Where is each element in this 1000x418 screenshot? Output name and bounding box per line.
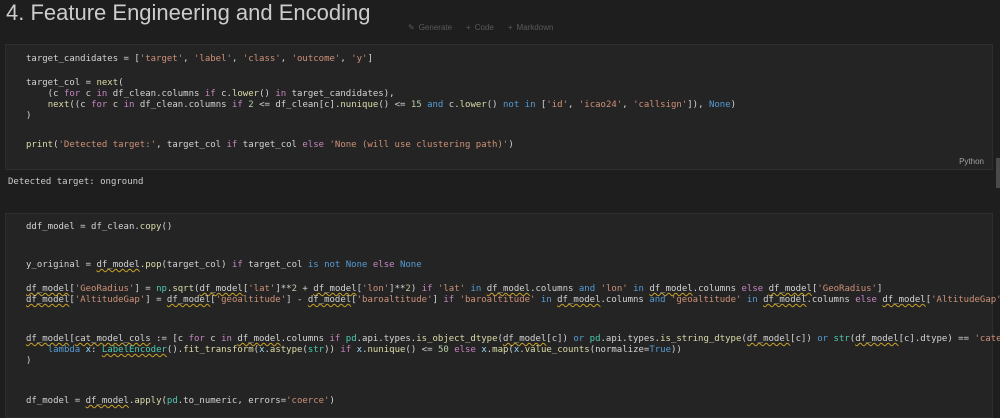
code-line: ddf_model = df_clean.copy() xyxy=(26,222,173,232)
code-cell-feature-engineering[interactable]: ddf_model = df_clean.copy() y_original =… xyxy=(5,213,1000,418)
code-line: target_col = next( xyxy=(26,78,124,88)
generate-button[interactable]: ✎ Generate xyxy=(408,23,452,32)
scrollbar-thumb[interactable] xyxy=(996,158,1000,188)
cell-language-label[interactable]: Python xyxy=(959,157,984,166)
code-line: next((c for c in df_clean.columns if 2 <… xyxy=(47,100,737,110)
code-line: target_candidates = ['target', 'label', … xyxy=(26,54,373,64)
code-line: y_original = df_model.pop(target_col) if… xyxy=(26,260,422,270)
code-line: ) xyxy=(26,356,32,366)
sparkle-icon: ✎ xyxy=(408,23,415,32)
add-markdown-button[interactable]: + Markdown xyxy=(508,23,554,32)
code-line: df_model['GeoRadius'] = np.sqrt(df_model… xyxy=(26,284,883,294)
code-line: print('Detected target:', target_col if … xyxy=(26,140,514,150)
code-line: ) xyxy=(26,111,32,121)
cell-toolbar: ✎ Generate + Code + Markdown xyxy=(408,23,553,32)
plus-icon: + xyxy=(466,23,471,32)
section-heading: 4. Feature Engineering and Encoding xyxy=(6,0,371,25)
code-line: df_model['AltitudeGap'] = df_model['geoa… xyxy=(26,295,1000,305)
code-cell-target-detection[interactable]: target_candidates = ['target', 'label', … xyxy=(5,44,993,170)
plus-icon: + xyxy=(507,23,513,32)
add-code-button[interactable]: + Code xyxy=(466,23,494,32)
code-line: df_model[cat_model_cols := [c for c in d… xyxy=(26,334,1000,344)
cell-output: Detected target: onground xyxy=(8,177,144,187)
code-line: df_model = df_model.apply(pd.to_numeric,… xyxy=(26,396,335,406)
code-line: lambda x: LabelEncoder().fit_transform(x… xyxy=(47,345,682,355)
code-line: (c for c in df_clean.columns if c.lower(… xyxy=(26,89,395,99)
